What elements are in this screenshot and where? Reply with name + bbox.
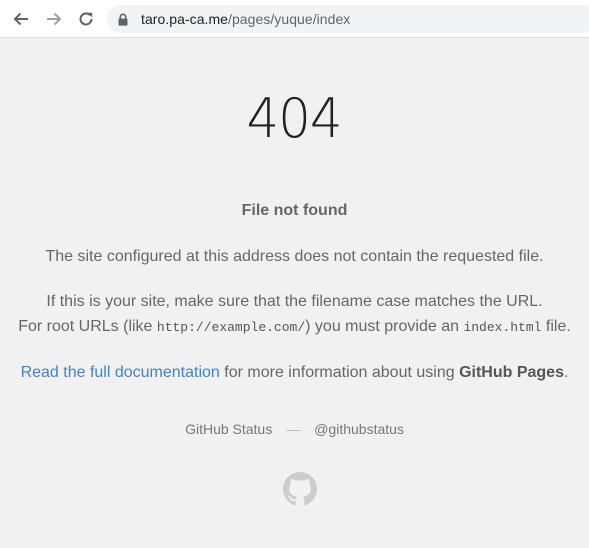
github-status-link[interactable]: GitHub Status: [185, 421, 272, 437]
githubstatus-twitter-link[interactable]: @githubstatus: [314, 421, 404, 437]
browser-toolbar: taro.pa-ca.me/pages/yuque/index: [0, 0, 589, 38]
footer-links: GitHub Status — @githubstatus: [0, 421, 589, 437]
address-bar[interactable]: taro.pa-ca.me/pages/yuque/index: [107, 5, 589, 33]
help-line-2-middle: ) you must provide an: [305, 318, 464, 335]
error-headline: File not found: [241, 202, 348, 219]
url-host: taro.pa-ca.me: [141, 11, 229, 27]
footer-separator: —: [286, 421, 301, 437]
docs-suffix: .: [563, 364, 569, 381]
documentation-link[interactable]: Read the full documentation: [21, 364, 220, 381]
github-octocat-icon[interactable]: [283, 472, 317, 506]
docs-message: Read the full documentation for more inf…: [0, 360, 589, 385]
reload-button[interactable]: [74, 7, 98, 31]
back-button[interactable]: [9, 7, 33, 31]
help-line-2-prefix: For root URLs (like: [18, 318, 157, 335]
help-line-1: If this is your site, make sure that the…: [46, 293, 543, 310]
arrow-right-icon: [47, 12, 62, 26]
address-url[interactable]: taro.pa-ca.me/pages/yuque/index: [141, 11, 350, 27]
example-url-code: http://example.com/: [156, 320, 306, 335]
url-path: /pages/yuque/index: [228, 11, 351, 27]
docs-middle: for more information about using: [219, 364, 460, 381]
help-line-2-suffix: file.: [541, 318, 571, 335]
arrow-left-icon: [13, 12, 28, 26]
help-message: If this is your site, make sure that the…: [0, 289, 589, 340]
error-message: The site configured at this address does…: [45, 248, 544, 265]
lock-icon[interactable]: [118, 13, 130, 26]
error-page: 404 File not found The site configured a…: [0, 39, 589, 548]
error-code: 404: [246, 87, 343, 150]
index-file-code: index.html: [463, 320, 542, 335]
forward-button[interactable]: [42, 7, 66, 31]
reload-icon: [79, 12, 93, 26]
github-pages-label: GitHub Pages: [459, 364, 564, 381]
